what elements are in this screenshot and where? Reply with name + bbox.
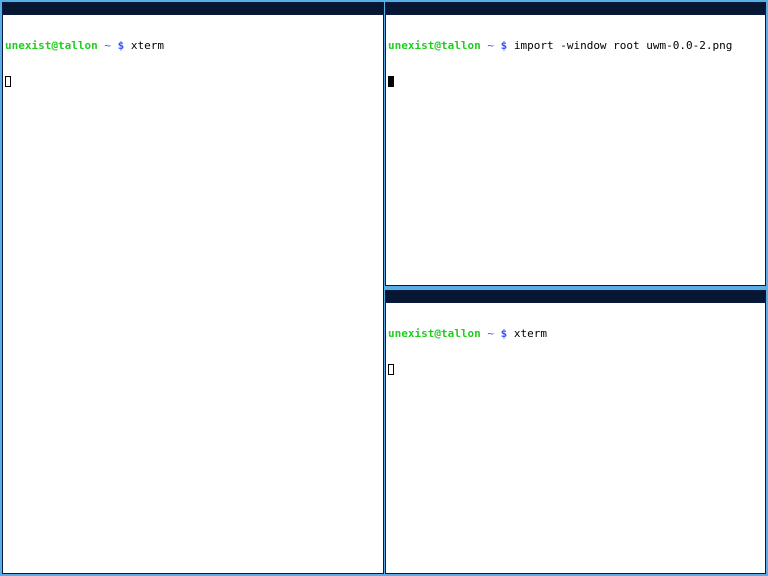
- prompt-user-host: unexist@tallon: [388, 327, 481, 340]
- desktop: unexist@tallon ~ $ xterm unexist@tallon …: [0, 0, 768, 576]
- prompt-dir: ~: [487, 327, 494, 340]
- command-text: import -window root uwm-0.0-2.png: [513, 39, 733, 52]
- window-titlebar[interactable]: [386, 291, 765, 303]
- terminal-content[interactable]: unexist@tallon ~ $ import -window root u…: [386, 15, 765, 112]
- terminal-content[interactable]: unexist@tallon ~ $ xterm: [386, 303, 765, 400]
- prompt-symbol: $: [500, 327, 508, 340]
- prompt-line: unexist@tallon ~ $ import -window root u…: [388, 40, 763, 52]
- terminal-window-left[interactable]: unexist@tallon ~ $ xterm: [2, 2, 384, 574]
- prompt-dir: ~: [104, 39, 111, 52]
- input-line[interactable]: [5, 76, 381, 88]
- cursor: [388, 76, 394, 87]
- command-text: xterm: [130, 39, 164, 52]
- window-titlebar[interactable]: [386, 3, 765, 15]
- terminal-window-top-right[interactable]: unexist@tallon ~ $ import -window root u…: [385, 2, 766, 286]
- prompt-line: unexist@tallon ~ $ xterm: [5, 40, 381, 52]
- prompt-line: unexist@tallon ~ $ xterm: [388, 328, 763, 340]
- window-titlebar[interactable]: [3, 3, 383, 15]
- prompt-symbol: $: [500, 39, 508, 52]
- cursor: [5, 76, 11, 87]
- input-line[interactable]: [388, 364, 763, 376]
- terminal-content[interactable]: unexist@tallon ~ $ xterm: [3, 15, 383, 112]
- terminal-window-bottom-right[interactable]: unexist@tallon ~ $ xterm: [385, 290, 766, 574]
- prompt-symbol: $: [117, 39, 125, 52]
- prompt-user-host: unexist@tallon: [5, 39, 98, 52]
- input-line[interactable]: [388, 76, 763, 88]
- prompt-user-host: unexist@tallon: [388, 39, 481, 52]
- prompt-dir: ~: [487, 39, 494, 52]
- command-text: xterm: [513, 327, 547, 340]
- cursor: [388, 364, 394, 375]
